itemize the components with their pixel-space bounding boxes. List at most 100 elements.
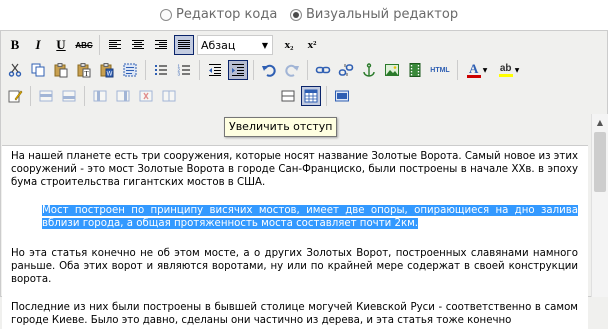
align-justify-icon xyxy=(178,40,190,49)
bold-button[interactable]: B xyxy=(5,35,25,55)
cut-button[interactable] xyxy=(5,60,25,80)
toolbar-separator xyxy=(84,86,85,106)
highlighter-icon: ab xyxy=(498,63,513,77)
redo-button[interactable] xyxy=(282,60,302,80)
bullet-list-button[interactable] xyxy=(151,60,171,80)
toolbar-separator xyxy=(145,60,146,80)
toolbar-separator xyxy=(326,86,327,106)
selected-text[interactable]: Мост построен по принципу висячих мостов… xyxy=(42,205,578,230)
format-select[interactable]: Абзац ▼ xyxy=(197,35,273,55)
anchor-button[interactable] xyxy=(359,60,379,80)
toolbar-row-1: B I U ABC Абзац ▼ x₂ x² xyxy=(5,32,325,58)
scissors-icon xyxy=(8,63,22,77)
insert-column-before-button[interactable] xyxy=(90,86,110,106)
html-source-button[interactable]: HTML xyxy=(428,60,452,80)
mode-code-option[interactable]: Редактор кода xyxy=(160,7,277,22)
align-justify-button[interactable] xyxy=(174,35,194,55)
font-color-swatch xyxy=(466,74,481,78)
table-row-icon xyxy=(62,90,76,102)
subscript-icon: x₂ xyxy=(284,39,294,51)
paragraph[interactable]: Последние из них были построены в бывшей… xyxy=(11,301,578,327)
table-icon xyxy=(304,89,318,103)
chevron-down-icon: ▼ xyxy=(261,40,269,50)
numbered-list-button[interactable]: 123 xyxy=(174,60,194,80)
split-cells-button[interactable] xyxy=(159,86,179,106)
merge-cells-icon xyxy=(281,90,295,102)
chevron-down-icon[interactable]: ▼ xyxy=(483,67,488,74)
insert-table-button[interactable] xyxy=(301,86,321,106)
merge-cells-button[interactable] xyxy=(278,86,298,106)
numbered-list-icon: 123 xyxy=(178,64,190,77)
indent-button[interactable] xyxy=(228,60,248,80)
align-right-button[interactable] xyxy=(151,35,171,55)
media-button[interactable] xyxy=(405,60,425,80)
outdent-icon xyxy=(209,64,221,76)
paragraph-selected[interactable]: Мост построен по принципу висячих мостов… xyxy=(42,204,578,230)
delete-column-button[interactable] xyxy=(136,86,156,106)
align-center-icon xyxy=(132,40,144,49)
mode-visual-option[interactable]: Визуальный редактор xyxy=(290,7,458,22)
table-row-icon xyxy=(39,90,53,102)
paragraph[interactable]: На нашей планете есть три сооружения, ко… xyxy=(11,150,578,190)
mode-code-radio[interactable] xyxy=(160,8,172,21)
unlink-icon xyxy=(338,64,354,76)
anchor-icon xyxy=(363,63,375,77)
paragraph[interactable]: Но эта статья конечно не об этом мосте, … xyxy=(11,247,578,287)
paste-text-button[interactable]: T xyxy=(74,60,94,80)
outdent-button[interactable] xyxy=(205,60,225,80)
subscript-button[interactable]: x₂ xyxy=(279,35,299,55)
vertical-scrollbar[interactable]: ▲ xyxy=(591,114,608,297)
align-left-button[interactable] xyxy=(105,35,125,55)
copy-button[interactable] xyxy=(28,60,48,80)
unlink-button[interactable] xyxy=(336,60,356,80)
underline-button[interactable]: U xyxy=(51,35,71,55)
redo-icon xyxy=(285,64,299,77)
toolbar-separator xyxy=(253,60,254,80)
italic-icon: I xyxy=(35,37,41,52)
bullet-list-icon xyxy=(155,65,167,75)
undo-button[interactable] xyxy=(259,60,279,80)
align-left-icon xyxy=(109,40,121,49)
image-button[interactable] xyxy=(382,60,402,80)
strikethrough-icon: ABC xyxy=(75,40,93,50)
insert-row-before-button[interactable] xyxy=(36,86,56,106)
superscript-icon: x² xyxy=(307,39,317,51)
mode-visual-radio[interactable] xyxy=(290,8,302,21)
film-icon xyxy=(409,63,421,77)
font-color-button[interactable]: A ▼ xyxy=(463,60,491,80)
align-center-button[interactable] xyxy=(128,35,148,55)
paste-word-icon: W xyxy=(100,63,114,78)
link-button[interactable] xyxy=(313,60,333,80)
scrollbar-thumb[interactable] xyxy=(594,132,606,192)
table-column-icon xyxy=(116,90,130,102)
background-color-button[interactable]: ab ▼ xyxy=(494,60,524,80)
bg-color-letter: ab xyxy=(499,63,512,74)
svg-text:W: W xyxy=(107,72,113,78)
paste-word-button[interactable]: W xyxy=(97,60,117,80)
chevron-down-icon[interactable]: ▼ xyxy=(515,67,520,74)
pencil-icon xyxy=(8,90,23,103)
toolbar-separator xyxy=(30,86,31,106)
svg-text:T: T xyxy=(84,70,89,78)
table-column-icon xyxy=(93,90,107,102)
split-cells-icon xyxy=(162,90,176,102)
italic-button[interactable]: I xyxy=(28,35,48,55)
toolbar-separator xyxy=(99,35,100,55)
strikethrough-button[interactable]: ABC xyxy=(74,35,94,55)
insert-column-after-button[interactable] xyxy=(113,86,133,106)
mode-visual-label[interactable]: Визуальный редактор xyxy=(306,7,458,22)
edit-css-button[interactable] xyxy=(5,86,25,106)
mode-code-label[interactable]: Редактор кода xyxy=(176,7,277,22)
scroll-up-icon[interactable]: ▲ xyxy=(592,114,608,130)
toolbar-row-2: T W 123 HTML A ▼ ab ▼ xyxy=(5,57,527,83)
superscript-button[interactable]: x² xyxy=(302,35,322,55)
svg-text:3: 3 xyxy=(178,72,181,77)
paste-button[interactable] xyxy=(51,60,71,80)
preview-icon xyxy=(335,90,349,102)
preview-button[interactable] xyxy=(332,86,352,106)
visual-editor: B I U ABC Абзац ▼ x₂ x² T W 1 2 3 HTML A… xyxy=(0,30,608,329)
editor-content[interactable]: На нашей планете есть три сооружения, ко… xyxy=(2,145,588,329)
font-color-icon: A xyxy=(466,62,481,78)
select-all-button[interactable] xyxy=(120,60,140,80)
insert-row-after-button[interactable] xyxy=(59,86,79,106)
